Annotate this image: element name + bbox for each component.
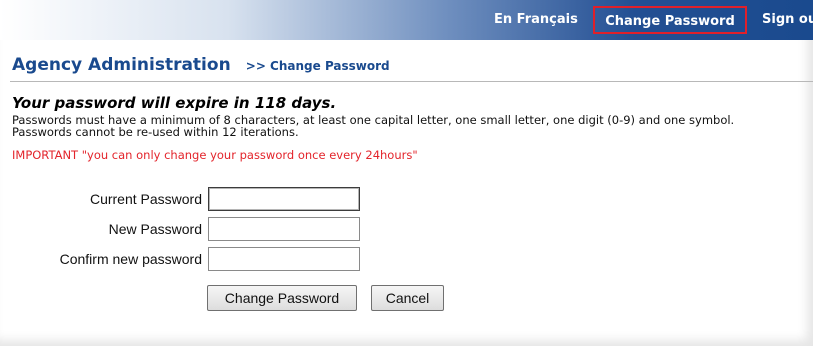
current-password-label: Current Password bbox=[89, 191, 202, 207]
change-password-button[interactable]: Change Password bbox=[207, 285, 357, 311]
nav-link-sign-out[interactable]: Sign ou bbox=[762, 10, 813, 30]
page-header: Agency Administration >> Change Password bbox=[12, 55, 390, 75]
top-nav-bar: En Français Change Password Sign ou bbox=[0, 0, 813, 40]
confirm-password-field[interactable] bbox=[208, 247, 360, 271]
nav-link-change-password[interactable]: Change Password bbox=[593, 6, 747, 34]
new-password-field[interactable] bbox=[208, 217, 360, 241]
expiry-notice: Your password will expire in 118 days. bbox=[12, 94, 337, 112]
nav-link-french[interactable]: En Français bbox=[494, 10, 578, 30]
password-reuse-line: Passwords cannot be re-used within 12 it… bbox=[12, 125, 299, 139]
important-notice: IMPORTANT "you can only change your pass… bbox=[12, 148, 418, 162]
page-title: Agency Administration bbox=[12, 55, 231, 75]
breadcrumb: >> Change Password bbox=[245, 59, 390, 73]
confirm-password-label: Confirm new password bbox=[59, 251, 202, 267]
new-password-label: New Password bbox=[108, 221, 202, 237]
cancel-button[interactable]: Cancel bbox=[371, 285, 444, 311]
password-rules: Passwords must have a minimum of 8 chara… bbox=[12, 114, 812, 138]
header-divider bbox=[10, 81, 813, 82]
current-password-field[interactable] bbox=[208, 187, 360, 211]
page: En Français Change Password Sign ou Agen… bbox=[0, 0, 813, 346]
